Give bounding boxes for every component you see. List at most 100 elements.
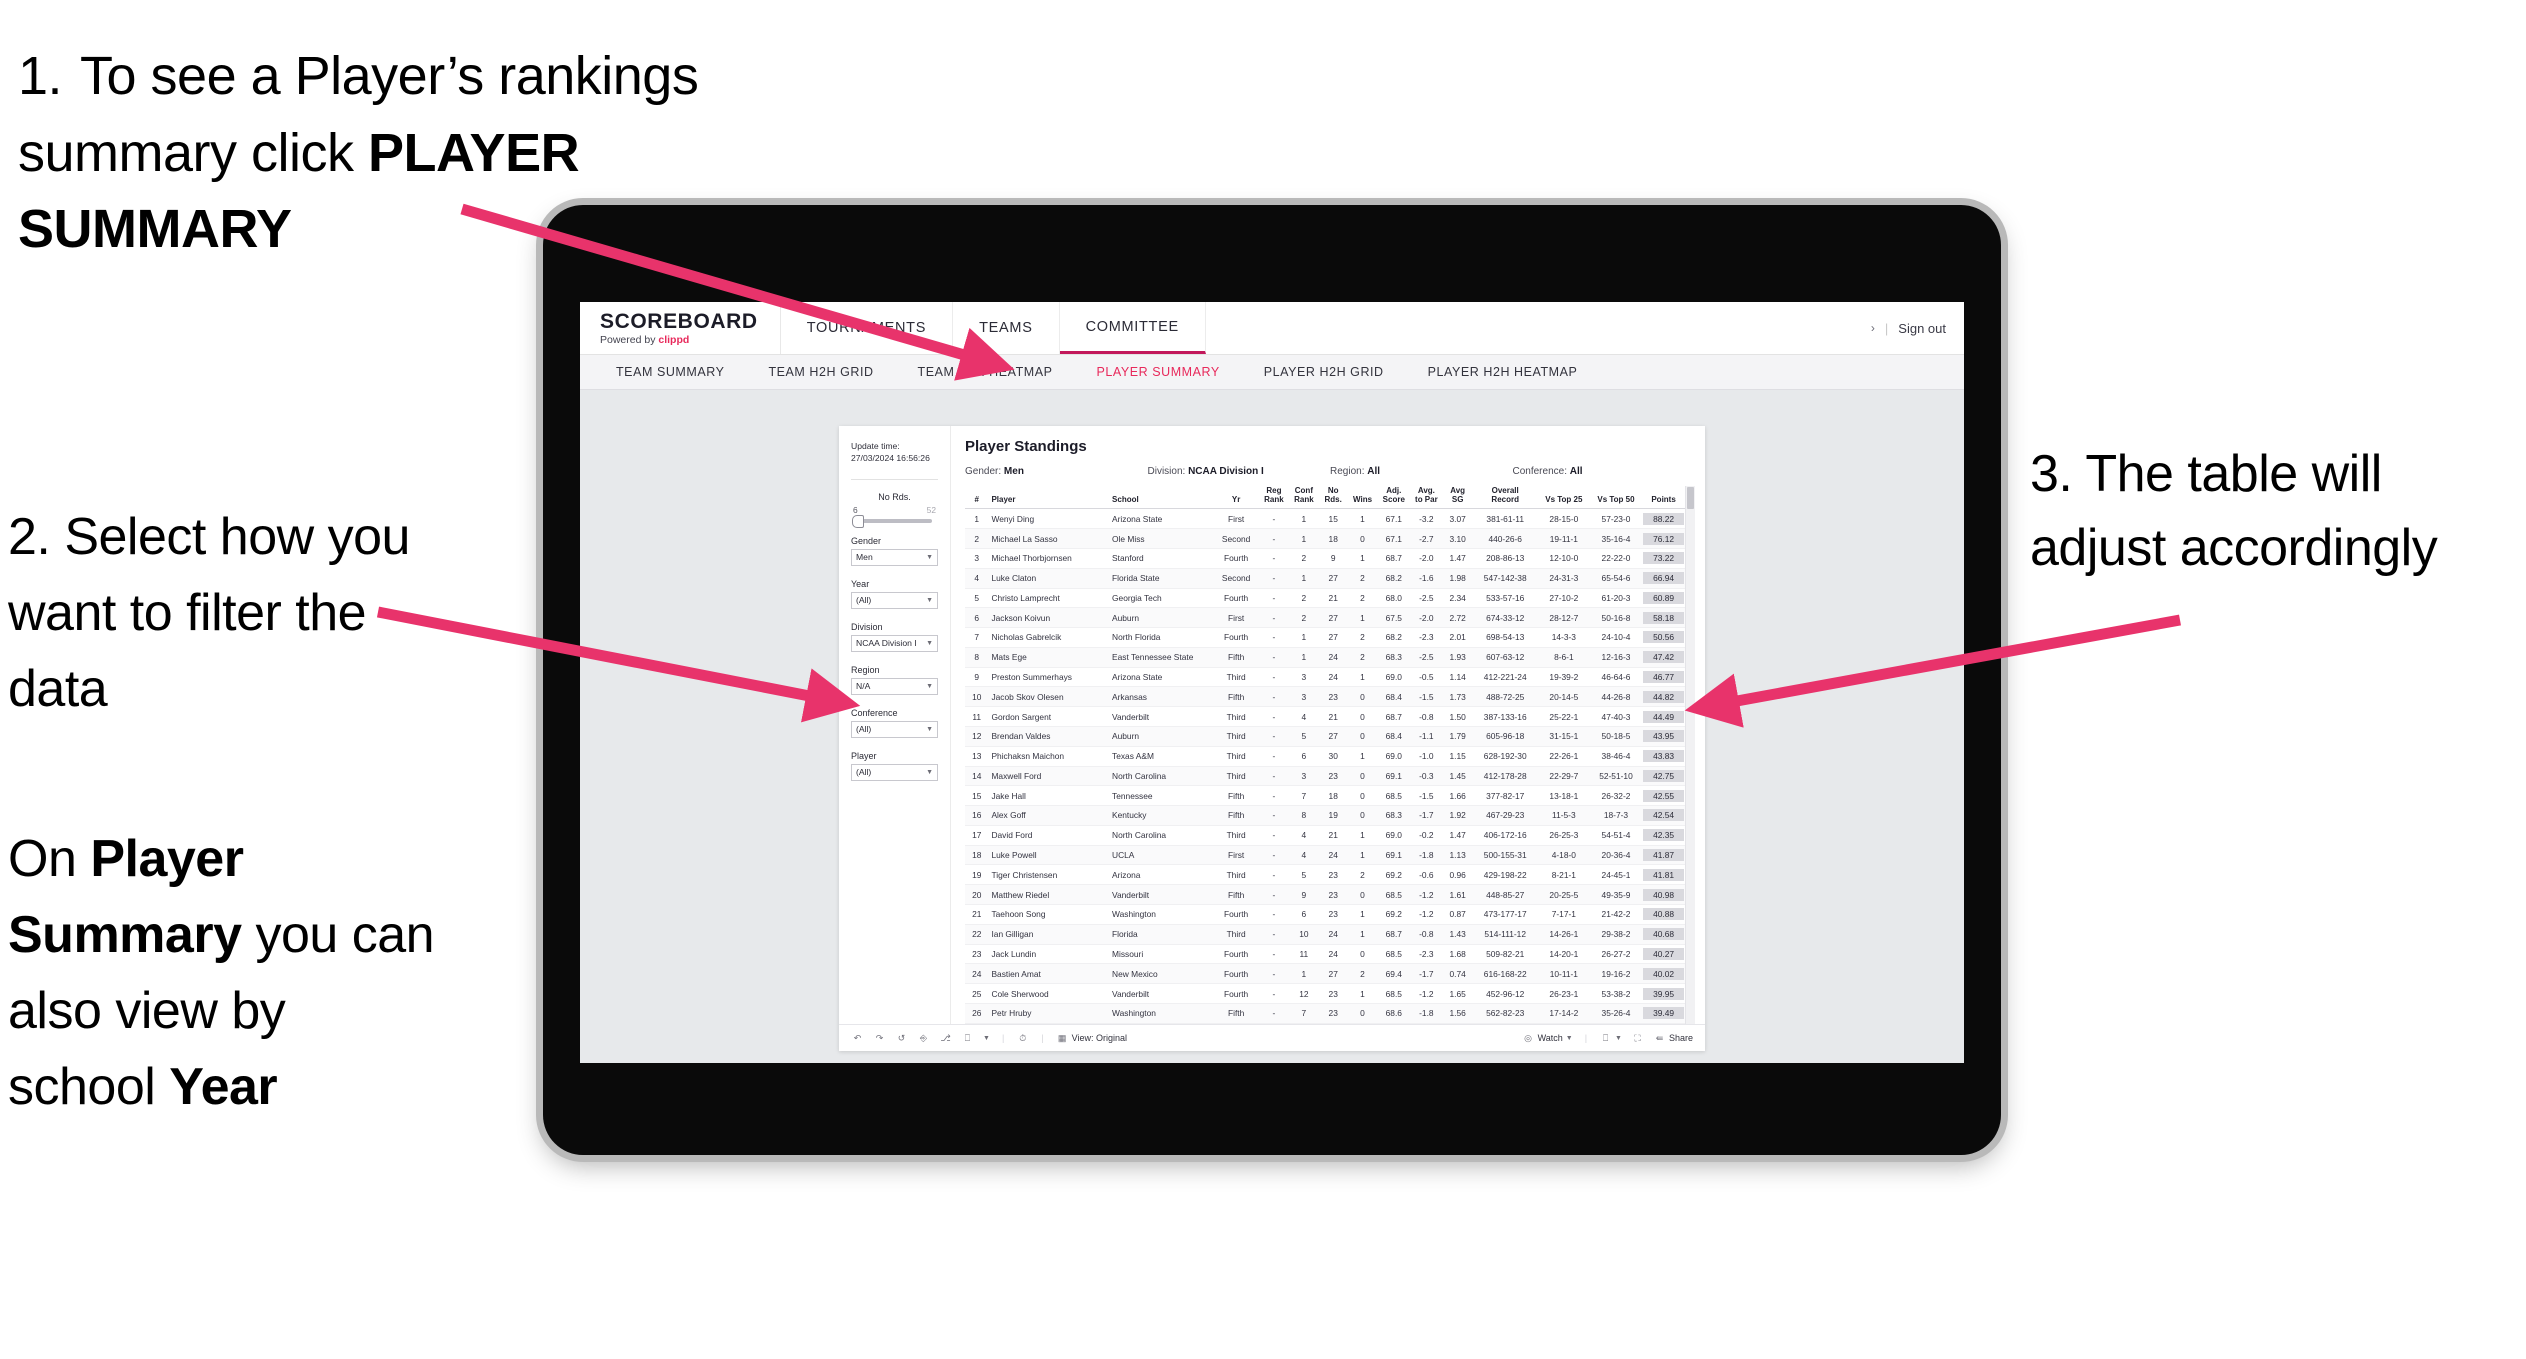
- cell-school: UCLA: [1109, 845, 1214, 866]
- filter-year-select[interactable]: (All) ▼: [851, 591, 938, 609]
- sub-nav-player-h2h-grid[interactable]: PLAYER H2H GRID: [1242, 365, 1406, 379]
- undo-icon[interactable]: ↶: [851, 1032, 864, 1045]
- cell-conf_rank: 4: [1288, 845, 1319, 866]
- table-row[interactable]: 18 Luke Powell UCLA First -4 24 1 69.1 -1.8 1.13 5…: [965, 845, 1686, 866]
- filter-conference-select[interactable]: (All) ▼: [851, 720, 938, 738]
- custom-view-icon[interactable]: ⎕: [961, 1032, 974, 1045]
- no-rds-slider-track[interactable]: [852, 515, 932, 529]
- col-header-no_rds[interactable]: No Rds.: [1318, 486, 1348, 510]
- table-row[interactable]: 26 Petr Hruby Washington Fifth -7 23 0 68.6 -1.8…: [965, 1003, 1686, 1024]
- revert-icon[interactable]: ↺: [895, 1032, 908, 1045]
- download-button[interactable]: ⎕ ▼: [1599, 1032, 1622, 1045]
- col-header-vs_top_50[interactable]: Vs Top 50: [1589, 486, 1643, 510]
- table-row[interactable]: 2 Michael La Sasso Ole Miss Second -1 18 0 67.1…: [965, 528, 1686, 549]
- table-row[interactable]: 24 Bastien Amat New Mexico Fourth -1 27 2 69.4-…: [965, 963, 1686, 985]
- table-row[interactable]: 23 Jack Lundin Missouri Fourth -11 24 0 68.5 -2.…: [965, 944, 1686, 965]
- table-row[interactable]: 11 Gordon Sargent Vanderbilt Third -4 21 0 68.7…: [965, 706, 1686, 727]
- col-header-points[interactable]: Points: [1642, 486, 1686, 510]
- table-row[interactable]: 5 Christo Lamprecht Georgia Tech Fourth -2 21…: [965, 588, 1686, 609]
- table-row[interactable]: 14 Maxwell Ford North Carolina Third -3 23 0 69…: [965, 766, 1686, 787]
- col-header-yr[interactable]: Yr: [1213, 486, 1259, 510]
- cell-avg_sg: 1.13: [1442, 845, 1473, 866]
- cell-adj_score: 67.1: [1377, 508, 1411, 530]
- col-header-wins[interactable]: Wins: [1347, 486, 1378, 510]
- share-button[interactable]: ⇚ Share: [1653, 1032, 1693, 1045]
- col-header-avg_sg[interactable]: Avg SG: [1442, 486, 1473, 510]
- table-row[interactable]: 13 Phichaksn Maichon Texas A&M Third -6 30 1 69…: [965, 746, 1686, 767]
- sub-nav-team-h2h-heatmap[interactable]: TEAM H2H HEATMAP: [896, 365, 1075, 379]
- table-row[interactable]: 1 Wenyi Ding Arizona State First -1 15 1 67.1 -3…: [965, 508, 1686, 530]
- points-value: 40.68: [1643, 928, 1685, 941]
- col-header-vs_top_25[interactable]: Vs Top 25: [1537, 486, 1590, 510]
- col-header-rank[interactable]: #: [965, 486, 989, 510]
- top-nav-committee[interactable]: COMMITTEE: [1059, 302, 1206, 354]
- cell-school: Kentucky: [1109, 805, 1214, 826]
- fullscreen-icon[interactable]: ⛶: [1631, 1032, 1644, 1045]
- cell-conf_rank: 11: [1288, 944, 1319, 965]
- table-row[interactable]: 7 Nicholas Gabrelcik North Florida Fourth -1…: [965, 627, 1686, 648]
- table-row[interactable]: 17 David Ford North Carolina Third -4 21 1 69.0…: [965, 825, 1686, 846]
- redo-icon[interactable]: ↷: [873, 1032, 886, 1045]
- sub-nav-team-summary[interactable]: TEAM SUMMARY: [594, 365, 746, 379]
- cell-no_rds: 30: [1318, 746, 1348, 767]
- pause-refresh-icon[interactable]: ⎇: [939, 1032, 952, 1045]
- col-header-school[interactable]: School: [1109, 486, 1214, 510]
- no-rds-slider-thumb[interactable]: [852, 515, 864, 529]
- cell-player: Cole Sherwood: [988, 983, 1110, 1004]
- cell-vs_top_50: 19-16-2: [1589, 963, 1643, 985]
- table-row[interactable]: 4 Luke Claton Florida State Second -1 27 2 68.2…: [965, 568, 1686, 589]
- table-row[interactable]: 20 Matthew Riedel Vanderbilt Fifth -9 23 0 68.5…: [965, 884, 1686, 905]
- refresh-icon[interactable]: ⎆: [917, 1032, 930, 1045]
- cell-rank: 25: [965, 983, 989, 1004]
- sub-nav-team-h2h-grid[interactable]: TEAM H2H GRID: [746, 365, 895, 379]
- cell-wins: 0: [1347, 726, 1378, 747]
- filter-division-select[interactable]: NCAA Division I ▼: [851, 634, 938, 652]
- col-header-conf_rank[interactable]: Conf Rank: [1288, 486, 1319, 510]
- cell-avg_sg: 1.43: [1442, 924, 1473, 945]
- cell-overall_record: 500-155-31: [1472, 845, 1538, 866]
- cell-overall_record: 377-82-17: [1472, 785, 1538, 807]
- view-original-button[interactable]: ▦ View: Original: [1056, 1032, 1127, 1045]
- watch-button[interactable]: ◎ Watch ▼: [1522, 1032, 1573, 1045]
- top-nav-tournaments[interactable]: TOURNAMENTS: [781, 302, 954, 354]
- table-row[interactable]: 12 Brendan Valdes Auburn Third -5 27 0 68.4 -1.1…: [965, 726, 1686, 747]
- col-header-adj_score[interactable]: Adj. Score: [1377, 486, 1411, 510]
- table-row[interactable]: 19 Tiger Christensen Arizona Third -5 23 2 69.2…: [965, 864, 1686, 886]
- history-icon[interactable]: ⏱: [1016, 1032, 1029, 1045]
- top-nav-teams[interactable]: TEAMS: [953, 302, 1060, 354]
- cell-wins: 1: [1347, 607, 1378, 629]
- table-row[interactable]: 16 Alex Goff Kentucky Fifth -8 19 0 68.3 -1.7 1.9…: [965, 805, 1686, 826]
- sub-nav-player-summary[interactable]: PLAYER SUMMARY: [1075, 365, 1242, 379]
- chevron-down-icon[interactable]: ▼: [983, 1035, 990, 1042]
- sub-nav-player-h2h-heatmap[interactable]: PLAYER H2H HEATMAP: [1406, 365, 1600, 379]
- table-row[interactable]: 6 Jackson Koivun Auburn First -2 27 1 67.5 -2.0 2…: [965, 607, 1686, 629]
- table-scrollbar[interactable]: [1685, 486, 1695, 1024]
- table-row[interactable]: 9 Preston Summerhays Arizona State Third -3 2…: [965, 667, 1686, 688]
- cell-school: Stanford: [1109, 548, 1214, 569]
- table-row[interactable]: 21 Taehoon Song Washington Fourth -6 23 1 69.2-…: [965, 904, 1686, 925]
- cell-avg_sg: 1.93: [1442, 647, 1473, 668]
- cell-wins: 0: [1347, 1003, 1378, 1024]
- col-header-reg_rank[interactable]: Reg Rank: [1258, 486, 1289, 510]
- table-row[interactable]: 8 Mats Ege East Tennessee State Fifth -1 24 2 6…: [965, 647, 1686, 668]
- cell-points: 40.98: [1642, 884, 1686, 905]
- col-header-overall_record[interactable]: Overall Record: [1472, 486, 1538, 510]
- cell-vs_top_25: 4-18-0: [1537, 845, 1590, 866]
- viz-body: Update time: 27/03/2024 16:56:26 No Rds.…: [839, 426, 1705, 1024]
- col-header-avg_to_par[interactable]: Avg. to Par: [1410, 486, 1443, 510]
- filter-gender-select[interactable]: Men ▼: [851, 548, 938, 566]
- filter-player-select[interactable]: (All) ▼: [851, 763, 938, 781]
- table-row[interactable]: 25 Cole Sherwood Vanderbilt Fourth -12 23 1 68.…: [965, 983, 1686, 1004]
- callout-step-2: 2. Select how you want to filter the dat…: [8, 508, 410, 718]
- cell-reg_rank: -: [1258, 686, 1289, 708]
- sign-out-button[interactable]: Sign out: [1898, 321, 1946, 336]
- col-header-player[interactable]: Player: [988, 486, 1110, 510]
- table-row[interactable]: 3 Michael Thorbjornsen Stanford Fourth -2 9 1 6…: [965, 548, 1686, 569]
- chevron-right-icon[interactable]: ›: [1871, 321, 1875, 335]
- table-scrollbar-thumb[interactable]: [1687, 487, 1695, 509]
- filter-region-select[interactable]: N/A ▼: [851, 677, 938, 695]
- table-row[interactable]: 10 Jacob Skov Olesen Arkansas Fifth -3 23 0 68.…: [965, 686, 1686, 708]
- table-row[interactable]: 22 Ian Gilligan Florida Third -10 24 1 68.7 -0.8…: [965, 924, 1686, 945]
- summary-gender: Gender: Men: [965, 466, 1148, 477]
- table-row[interactable]: 15 Jake Hall Tennessee Fifth -7 18 0 68.5 -1.5 1.…: [965, 785, 1686, 807]
